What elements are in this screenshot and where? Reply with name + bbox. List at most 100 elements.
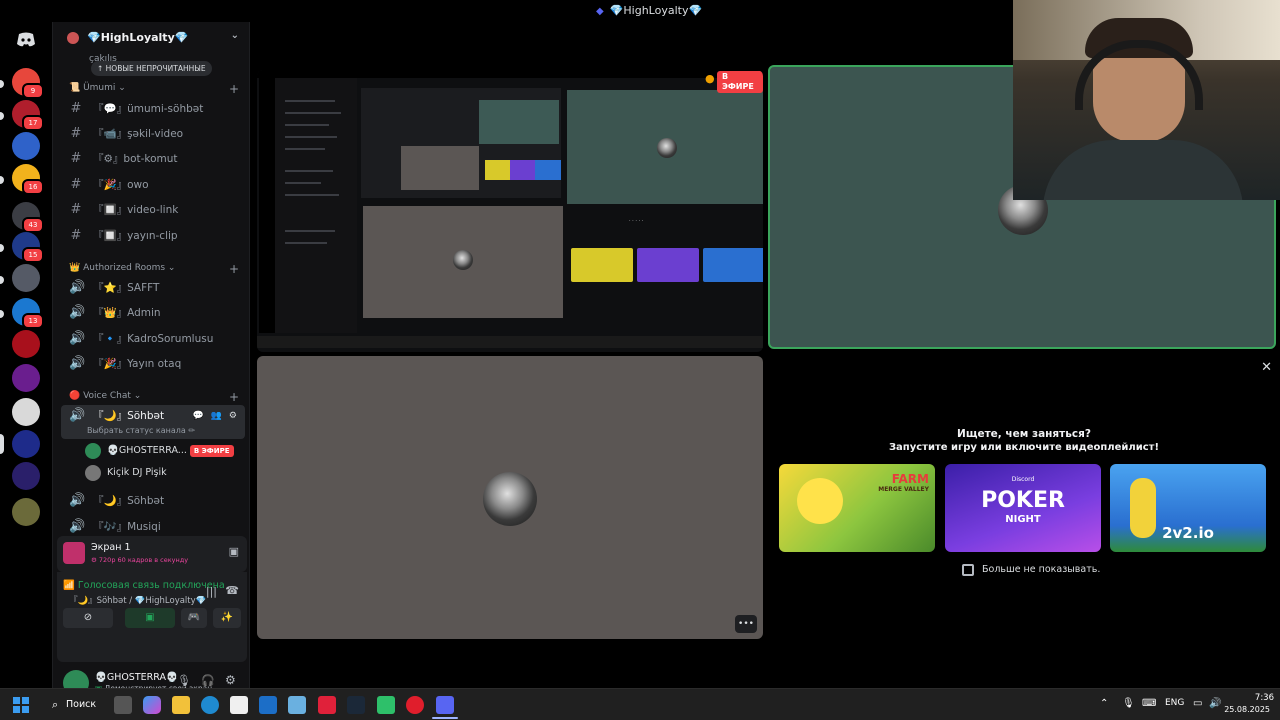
opera-icon[interactable] [406,696,424,714]
category-voice-chat[interactable]: 🔴 Voice Chat ⌄ + [69,390,239,404]
headphones-icon[interactable]: 🎧 [201,674,215,687]
server-icon[interactable]: 9 [12,68,44,99]
more-options-button[interactable]: ••• [735,615,757,633]
channel-label: 『🔹』KadroSorumlusu [93,333,214,345]
category-authorized-rooms[interactable]: 👑 Authorized Rooms ⌄ + [69,262,239,276]
server-icon[interactable] [12,330,40,358]
add-channel-icon[interactable]: + [229,390,239,404]
channel-video-link[interactable]: # 『🔲』video-link [61,199,245,221]
server-icon[interactable]: 13 [12,298,44,329]
soundboard-button[interactable]: ✨ [213,608,241,628]
server-icon[interactable]: 15 [12,232,44,263]
channel-status[interactable]: Выбрать статус канала ✏ [87,426,195,435]
channel-yayin-clip[interactable]: # 『🔲』yayın-clip [61,225,245,247]
nested-taskbar [257,336,763,348]
game-publisher: Discord [1011,476,1035,483]
voice-member[interactable]: Kiçik DJ Pişik [85,464,167,482]
voice-channel-safft[interactable]: 🔊 『⭐』SAFFT [61,277,245,299]
channel-label: 『🔲』yayın-clip [93,230,178,242]
camera-off-icon: ⊘ [83,612,93,623]
voice-member[interactable]: 💀GHOSTERRA... В ЭФИРЕ [85,442,234,460]
selected-server-pill [0,434,4,454]
search-button[interactable]: ⌕ Поиск [44,694,104,716]
edge-icon[interactable] [201,696,219,714]
game-card-2v2[interactable]: 2v2.io [1110,464,1266,552]
server-icon-highloyalty[interactable] [12,430,40,458]
server-icon[interactable] [12,132,40,160]
voice-channel-yayin-otaq[interactable]: 🔊 『🎉』Yayın otaq [61,353,245,375]
nested-activity-text: · · · · · [629,218,644,224]
server-icon[interactable]: 16 [12,164,44,195]
server-icon[interactable] [12,264,40,292]
gear-icon[interactable]: ⚙ [225,673,236,687]
close-icon[interactable]: ✕ [1261,360,1272,375]
member-name: 💀GHOSTERRA... [107,445,187,456]
app-logo-icon: ◆ [596,6,604,17]
photos-icon[interactable] [288,696,306,714]
screen-share-button[interactable]: ▣ [125,608,175,628]
channel-label: 『🎉』owo [93,179,149,191]
start-icon[interactable] [13,697,29,713]
outlook-icon[interactable] [259,696,277,714]
speaker-icon: 🔊 [69,356,86,371]
gear-icon[interactable]: ⚙ [229,411,239,421]
nested-avatar [657,138,677,158]
add-channel-icon[interactable]: + [229,262,239,276]
voice-channel-sohbet[interactable]: 🔊 『🌙』Söhbət [61,490,245,512]
clock-time[interactable]: 7:36 [1228,693,1274,703]
camera-off-button[interactable]: ⊘ [63,608,113,628]
voice-channel-kadrosorumlusu[interactable]: 🔊 『🔹』KadroSorumlusu [61,328,245,350]
add-channel-icon[interactable]: + [229,82,239,96]
game-card-poker[interactable]: Discord POKER NIGHT [945,464,1101,552]
chat-icon[interactable]: 💬 [193,411,206,421]
file-explorer-icon[interactable] [172,696,190,714]
language-indicator[interactable]: ENG [1165,698,1184,708]
server-icon[interactable] [12,398,40,426]
microphone-icon[interactable]: 🎙 [1122,698,1135,709]
microphone-icon[interactable]: 🎙 [177,674,191,687]
server-icon[interactable]: 17 [12,100,44,131]
disconnect-icon[interactable]: ☎ [225,584,239,597]
screen-share-icon: ▣ [145,612,155,623]
server-icon[interactable] [12,498,40,526]
voice-channel-musiqi[interactable]: 🔊 『🎶』Musiqi [61,516,245,538]
channel-bot-komut[interactable]: # 『⚙』bot-komut [61,148,245,170]
stop-stream-icon[interactable]: ▣ [229,545,239,558]
game-card-farm[interactable]: FARM MERGE VALLEY [779,464,935,552]
screen-share-tile[interactable]: ••• [257,356,763,639]
volume-icon[interactable]: 🔊 [1209,698,1221,709]
stream-tile[interactable]: · · · · · ● В ЭФИРЕ [257,70,763,352]
speaker-icon: 🔊 [69,493,86,508]
server-icon[interactable] [12,462,40,490]
store-icon[interactable] [230,696,248,714]
voice-channel-admin[interactable]: 🔊 『👑』Admin [61,302,245,324]
server-header[interactable]: 💎HighLoyalty💎 ⌄ [53,22,251,52]
server-icon[interactable]: 43 [12,202,44,233]
discord-home-icon[interactable] [12,26,40,54]
unread-pill [0,80,4,88]
server-icon[interactable] [12,364,40,392]
clock-date[interactable]: 25.08.2025 [1224,705,1270,714]
task-view-icon[interactable] [114,696,132,714]
app-icon[interactable] [377,696,395,714]
category-umumi[interactable]: 📜 Ümumi ⌄ + [69,82,239,96]
mention-badge: 13 [22,313,44,329]
mention-badge: 16 [22,179,44,195]
discord-taskbar-icon[interactable] [436,696,454,714]
chevron-up-icon[interactable]: ⌃ [1100,698,1108,709]
keyboard-icon[interactable]: ⌨ [1142,698,1156,709]
wps-icon[interactable] [318,696,336,714]
activities-button[interactable]: 🎮 [181,608,207,628]
channel-umumi-sohbet[interactable]: # 『💬』ümumi-söhbət [61,98,245,120]
channel-label: 『🎉』Yayın otaq [93,358,182,370]
add-member-icon[interactable]: 👥 [211,411,224,421]
copilot-icon[interactable] [143,696,161,714]
network-icon[interactable]: ▭ [1193,698,1202,709]
channel-owo[interactable]: # 『🎉』owo [61,174,245,196]
voice-channel-path[interactable]: 『🌙』Söhbət / 💎HighLoyalty💎 [69,594,206,606]
noise-suppression-icon[interactable]: ||| [206,585,217,598]
dont-show-checkbox[interactable] [962,564,974,576]
steam-icon[interactable] [347,696,365,714]
channel-sekil-video[interactable]: # 『📹』şəkil-video [61,123,245,145]
new-unread-pill[interactable]: ↑ НОВЫЕ НЕПРОЧИТАННЫЕ [91,61,212,76]
